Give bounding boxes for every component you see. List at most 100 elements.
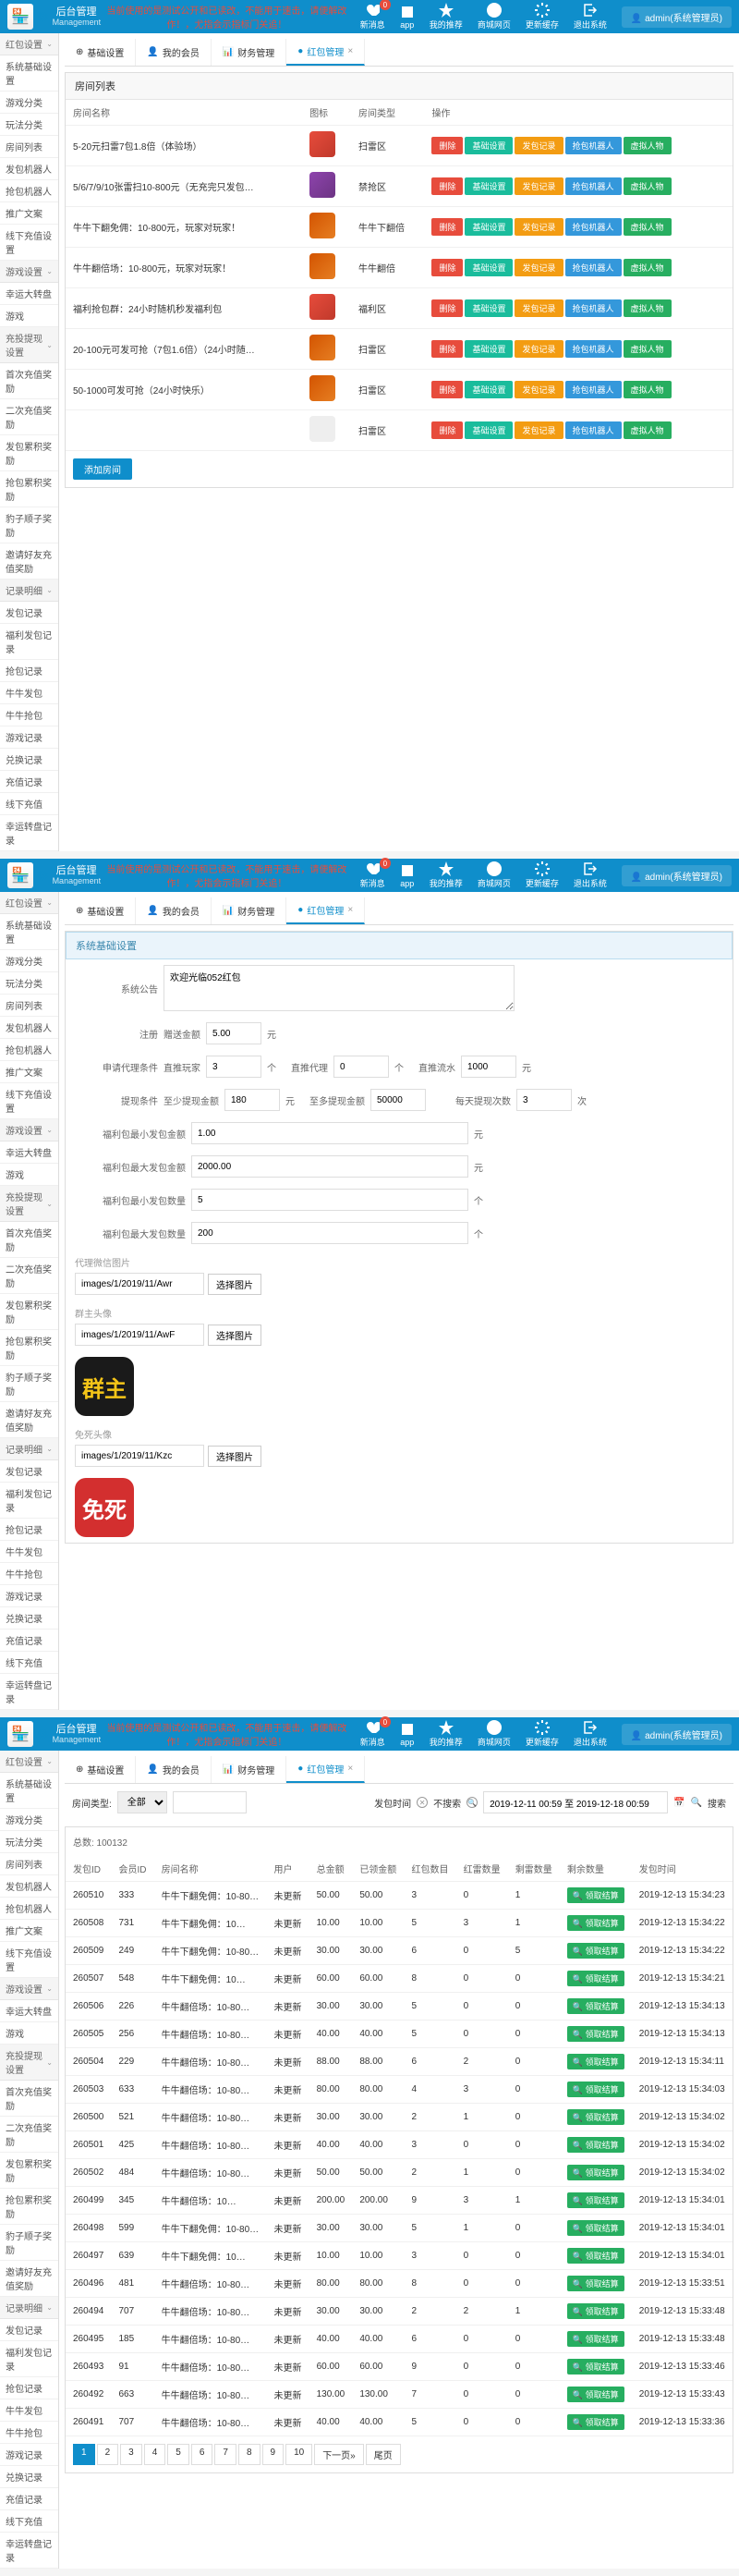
sidebar-item[interactable]: 首次充值奖励	[0, 1222, 58, 1258]
tab-红包管理[interactable]: ●红包管理×	[286, 39, 365, 66]
admin-button[interactable]: 👤 admin(系统管理员)	[622, 865, 732, 886]
action-抢包机器人[interactable]: 抢包机器人	[565, 299, 622, 317]
status-badge[interactable]: 🔍 领取结算	[567, 2359, 624, 2375]
action-基础设置[interactable]: 基础设置	[465, 218, 513, 236]
status-badge[interactable]: 🔍 领取结算	[567, 2082, 624, 2097]
sidebar-item[interactable]: 兑换记录	[0, 749, 58, 771]
header-icon-退出系统[interactable]: 退出系统	[566, 860, 614, 891]
header-icon-新消息[interactable]: 新消息0	[353, 1718, 393, 1750]
sidebar-group[interactable]: 充投提现设置⌄	[0, 1186, 58, 1222]
action-抢包机器人[interactable]: 抢包机器人	[565, 421, 622, 439]
sidebar-item[interactable]: 牛牛发包	[0, 2399, 58, 2422]
close-icon[interactable]: ×	[347, 1764, 353, 1774]
unsearch-icon[interactable]: ✕	[417, 1797, 428, 1808]
action-抢包机器人[interactable]: 抢包机器人	[565, 177, 622, 195]
sidebar-item[interactable]: 抢包机器人	[0, 1039, 58, 1061]
field-input[interactable]	[516, 1089, 572, 1111]
sidebar-item[interactable]: 邀请好友充值奖励	[0, 2261, 58, 2297]
status-badge[interactable]: 🔍 领取结算	[567, 2248, 624, 2264]
header-icon-更新缓存[interactable]: 更新缓存	[518, 1718, 566, 1750]
choose-file-button[interactable]: 选择图片	[208, 1325, 261, 1346]
sidebar-item[interactable]: 游戏分类	[0, 92, 58, 114]
sidebar-item[interactable]: 幸运转盘记录	[0, 815, 58, 851]
sidebar-item[interactable]: 线下充值	[0, 2510, 58, 2533]
sidebar-item[interactable]: 发包累积奖励	[0, 435, 58, 471]
sidebar-group[interactable]: 游戏设置⌄	[0, 1119, 58, 1141]
tab-我的会员[interactable]: 👤我的会员	[136, 39, 211, 66]
status-badge[interactable]: 🔍 领取结算	[567, 1915, 624, 1931]
page-button[interactable]: 8	[238, 2444, 260, 2465]
page-button[interactable]: 9	[262, 2444, 285, 2465]
sidebar-item[interactable]: 发包累积奖励	[0, 1294, 58, 1330]
close-icon[interactable]: ×	[347, 905, 353, 915]
sidebar-item[interactable]: 幸运大转盘	[0, 2000, 58, 2022]
add-room-button[interactable]: 添加房间	[73, 458, 132, 480]
sidebar-item[interactable]: 推广文案	[0, 1061, 58, 1083]
sidebar-item[interactable]: 幸运大转盘	[0, 283, 58, 305]
sidebar-item[interactable]: 房间列表	[0, 136, 58, 158]
status-badge[interactable]: 🔍 领取结算	[567, 2414, 624, 2430]
status-badge[interactable]: 🔍 领取结算	[567, 2026, 624, 2042]
page-button[interactable]: 2	[97, 2444, 119, 2465]
action-删除[interactable]: 删除	[431, 299, 463, 317]
action-抢包机器人[interactable]: 抢包机器人	[565, 218, 622, 236]
status-badge[interactable]: 🔍 领取结算	[567, 1887, 624, 1903]
action-虚拟人物[interactable]: 虚拟人物	[624, 421, 672, 439]
page-button[interactable]: 5	[167, 2444, 189, 2465]
sidebar-item[interactable]: 游戏分类	[0, 1809, 58, 1831]
sidebar-group[interactable]: 充投提现设置⌄	[0, 327, 58, 363]
sidebar-item[interactable]: 抢包记录	[0, 1519, 58, 1541]
tab-财务管理[interactable]: 📊财务管理	[212, 897, 286, 924]
tab-我的会员[interactable]: 👤我的会员	[136, 897, 211, 924]
action-发包记录[interactable]: 发包记录	[515, 218, 563, 236]
sidebar-item[interactable]: 发包机器人	[0, 1875, 58, 1898]
action-发包记录[interactable]: 发包记录	[515, 340, 563, 358]
header-icon-新消息[interactable]: 新消息0	[353, 860, 393, 891]
sidebar-item[interactable]: 玩法分类	[0, 1831, 58, 1853]
action-删除[interactable]: 删除	[431, 218, 463, 236]
header-icon-商城网页[interactable]: 商城网页	[470, 860, 518, 891]
sidebar-item[interactable]: 牛牛抢包	[0, 1563, 58, 1585]
choose-file-button[interactable]: 选择图片	[208, 1274, 261, 1295]
sidebar-group[interactable]: 游戏设置⌄	[0, 261, 58, 283]
action-发包记录[interactable]: 发包记录	[515, 177, 563, 195]
close-icon[interactable]: ×	[347, 46, 353, 56]
page-button[interactable]: 下一页»	[314, 2444, 364, 2465]
header-icon-商城网页[interactable]: 商城网页	[470, 1718, 518, 1750]
status-badge[interactable]: 🔍 领取结算	[567, 2137, 624, 2153]
header-icon-app[interactable]: app	[393, 3, 422, 31]
sidebar-item[interactable]: 线下充值设置	[0, 1083, 58, 1119]
sidebar-item[interactable]: 线下充值设置	[0, 225, 58, 261]
sidebar-item[interactable]: 线下充值	[0, 1652, 58, 1674]
action-发包记录[interactable]: 发包记录	[515, 137, 563, 154]
action-发包记录[interactable]: 发包记录	[515, 299, 563, 317]
status-badge[interactable]: 🔍 领取结算	[567, 2109, 624, 2125]
calendar-icon[interactable]: 📅	[673, 1798, 684, 1808]
filter-input[interactable]	[173, 1791, 247, 1813]
status-badge[interactable]: 🔍 领取结算	[567, 2220, 624, 2236]
sidebar-item[interactable]: 线下充值设置	[0, 1942, 58, 1978]
action-虚拟人物[interactable]: 虚拟人物	[624, 259, 672, 276]
sidebar-item[interactable]: 二次充值奖励	[0, 1258, 58, 1294]
action-删除[interactable]: 删除	[431, 381, 463, 398]
sidebar-item[interactable]: 幸运转盘记录	[0, 2533, 58, 2569]
action-虚拟人物[interactable]: 虚拟人物	[624, 218, 672, 236]
status-badge[interactable]: 🔍 领取结算	[567, 2054, 624, 2069]
welfare-input[interactable]	[191, 1222, 468, 1244]
sidebar-item[interactable]: 抢包记录	[0, 660, 58, 682]
action-抢包机器人[interactable]: 抢包机器人	[565, 381, 622, 398]
choose-file-button[interactable]: 选择图片	[208, 1446, 261, 1467]
header-icon-app[interactable]: app	[393, 1720, 422, 1749]
field-input[interactable]	[224, 1089, 280, 1111]
sidebar-item[interactable]: 幸运大转盘	[0, 1141, 58, 1164]
sidebar-item[interactable]: 抢包累积奖励	[0, 471, 58, 507]
sidebar-item[interactable]: 牛牛发包	[0, 682, 58, 704]
status-badge[interactable]: 🔍 领取结算	[567, 1998, 624, 2014]
action-抢包机器人[interactable]: 抢包机器人	[565, 137, 622, 154]
admin-button[interactable]: 👤 admin(系统管理员)	[622, 1724, 732, 1745]
action-抢包机器人[interactable]: 抢包机器人	[565, 259, 622, 276]
action-发包记录[interactable]: 发包记录	[515, 421, 563, 439]
status-badge[interactable]: 🔍 领取结算	[567, 1943, 624, 1959]
header-icon-我的推荐[interactable]: 我的推荐	[422, 1718, 470, 1750]
tab-红包管理[interactable]: ●红包管理×	[286, 1756, 365, 1783]
